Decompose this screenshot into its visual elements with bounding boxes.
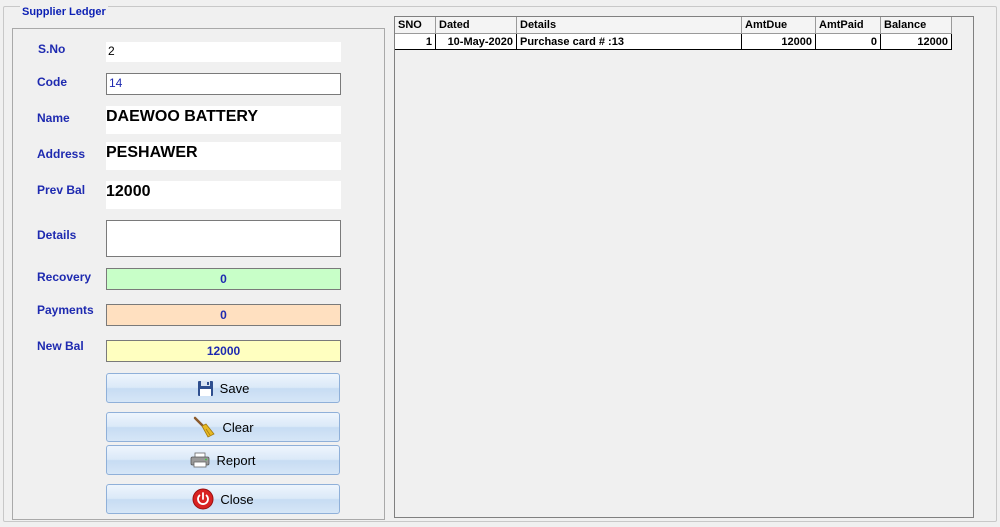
report-button-label: Report xyxy=(216,452,256,468)
col-header-details[interactable]: Details xyxy=(516,17,742,34)
col-header-amtpaid[interactable]: AmtPaid xyxy=(815,17,881,34)
cell-balance: 12000 xyxy=(880,33,952,50)
payments-label: Payments xyxy=(37,303,94,317)
cell-dated: 10-May-2020 xyxy=(435,33,517,50)
ledger-grid[interactable]: SNO Dated Details AmtDue AmtPaid Balance… xyxy=(394,16,974,518)
ledger-table: SNO Dated Details AmtDue AmtPaid Balance… xyxy=(395,17,952,50)
address-label: Address xyxy=(37,147,86,161)
payments-field[interactable]: 0 xyxy=(106,304,341,326)
sno-label: S.No xyxy=(38,42,66,56)
code-label: Code xyxy=(37,75,67,89)
table-header-row: SNO Dated Details AmtDue AmtPaid Balance xyxy=(395,17,952,34)
col-header-dated[interactable]: Dated xyxy=(435,17,517,34)
floppy-disk-icon xyxy=(197,380,214,397)
name-field[interactable]: DAEWOO BATTERY xyxy=(106,106,341,134)
cell-details: Purchase card # :13 xyxy=(516,33,742,50)
cell-amtdue: 12000 xyxy=(741,33,816,50)
prev-bal-field[interactable]: 12000 xyxy=(106,181,341,209)
recovery-field[interactable]: 0 xyxy=(106,268,341,290)
col-header-sno[interactable]: SNO xyxy=(395,17,436,34)
printer-icon xyxy=(190,452,210,468)
cell-amtpaid: 0 xyxy=(815,33,881,50)
clear-button[interactable]: Clear xyxy=(106,412,340,442)
save-button-label: Save xyxy=(219,380,250,396)
new-bal-field[interactable]: 12000 xyxy=(106,340,341,362)
close-button[interactable]: Close xyxy=(106,484,340,514)
save-button[interactable]: Save xyxy=(106,373,340,403)
code-field[interactable]: 14 xyxy=(106,73,341,95)
group-title: Supplier Ledger xyxy=(20,6,108,18)
new-bal-label: New Bal xyxy=(37,339,84,353)
power-icon xyxy=(192,488,214,510)
table-row[interactable]: 1 10-May-2020 Purchase card # :13 12000 … xyxy=(395,33,952,50)
sno-field[interactable]: 2 xyxy=(106,42,341,62)
broom-icon xyxy=(192,415,216,439)
details-label: Details xyxy=(37,228,77,242)
details-field[interactable] xyxy=(106,220,341,257)
report-button[interactable]: Report xyxy=(106,445,340,475)
address-field[interactable]: PESHAWER xyxy=(106,142,341,170)
name-label: Name xyxy=(37,111,70,125)
close-button-label: Close xyxy=(220,491,254,507)
col-header-amtdue[interactable]: AmtDue xyxy=(741,17,816,34)
prev-bal-label: Prev Bal xyxy=(37,183,86,197)
col-header-balance[interactable]: Balance xyxy=(880,17,952,34)
cell-sno: 1 xyxy=(395,33,436,50)
recovery-label: Recovery xyxy=(37,270,92,284)
clear-button-label: Clear xyxy=(222,419,254,435)
